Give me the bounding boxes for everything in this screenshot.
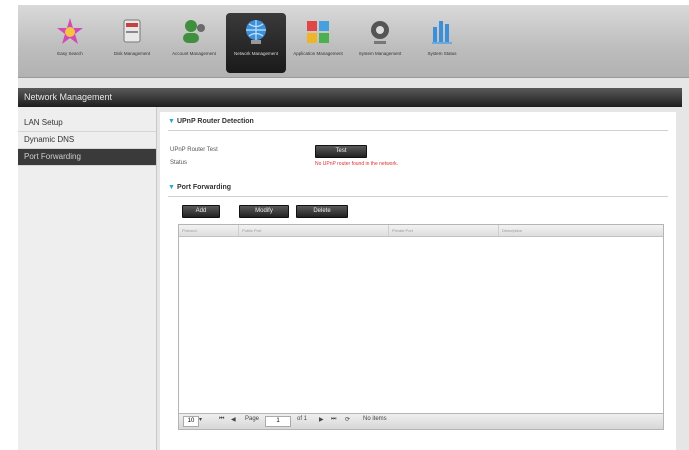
toolbar-label: Account Management [172,51,216,56]
toolbar-disk-management[interactable]: Disk Management [102,13,162,73]
toolbar-system-status[interactable]: System Status [412,13,472,73]
prev-page-icon[interactable]: ◀ [231,416,236,423]
disk-icon [123,19,141,43]
divider [168,130,668,131]
grid-pager: 10 ▾ ⏮ ◀ Page 1 of 1 ▶ ⏭ ⟳ No items [178,413,664,430]
first-page-icon[interactable]: ⏮ [219,416,224,423]
upnp-section-title: ▼ UPnP Router Detection [168,118,254,125]
account-icon [183,20,205,43]
toolbar-label: Application Management [293,51,343,56]
column-header-protocol[interactable]: Protocol [179,225,239,236]
toolbar-system-management[interactable]: System Management [350,13,410,73]
toolbar-label: Easy Search [57,51,83,56]
toolbar-label: Disk Management [113,51,151,56]
divider [168,196,668,197]
toolbar-label: System Status [427,51,457,56]
wizard-icon [57,18,83,44]
pager-status: No items [363,416,387,422]
rows-per-page-select[interactable]: 10 [183,416,199,427]
upnp-router-test-label: UPnP Router Test [170,147,218,153]
collapse-triangle-icon[interactable]: ▼ [168,184,175,191]
sidebar-item-port-forwarding[interactable]: Port Forwarding [18,149,156,166]
sidebar-item-dynamic-dns[interactable]: Dynamic DNS [18,132,156,149]
port-forwarding-title-text: Port Forwarding [176,184,231,191]
sidebar-item-lan-setup[interactable]: LAN Setup [18,115,156,132]
main-panel: ▼ UPnP Router Detection UPnP Router Test … [160,112,676,450]
toolbar-easy-search[interactable]: Easy Search [40,13,100,73]
page-label: Page [245,416,260,422]
page-number-input[interactable]: 1 [265,416,291,427]
toolbar-label: Network Management [233,51,279,56]
toolbar-label: System Management [358,51,402,56]
add-button[interactable]: Add [182,205,220,218]
chevron-down-icon[interactable]: ▾ [199,416,202,423]
page-total: of 1 [297,416,308,422]
status-icon [432,21,452,44]
last-page-icon[interactable]: ⏭ [331,416,336,423]
refresh-icon[interactable]: ⟳ [345,416,350,423]
column-header-private-port[interactable]: Private Port [389,225,499,236]
page-header: Network Management [18,88,682,107]
upnp-title-text: UPnP Router Detection [176,118,254,125]
main-toolbar: Easy Search Disk Management Account Mana… [18,5,689,78]
network-icon [246,20,266,44]
collapse-triangle-icon[interactable]: ▼ [168,118,175,125]
toolbar-application-management[interactable]: Application Management [288,13,348,73]
application-icon [307,21,329,43]
port-forwarding-section-title: ▼ Port Forwarding [168,184,231,191]
column-header-public-port[interactable]: Public Port [239,225,389,236]
port-forwarding-grid: Protocol Public Port Private Port Descri… [178,224,664,430]
upnp-status-value: No UPnP router found in the network. [315,161,399,167]
column-header-description[interactable]: Description [499,225,663,236]
toolbar-account-management[interactable]: Account Management [164,13,224,73]
toolbar-network-management[interactable]: Network Management [226,13,286,73]
next-page-icon[interactable]: ▶ [319,416,324,423]
modify-button[interactable]: Modify [239,205,289,218]
grid-header: Protocol Public Port Private Port Descri… [179,225,663,237]
upnp-test-button[interactable]: Test [315,145,367,158]
upnp-status-label: Status [170,160,188,166]
system-icon [371,21,389,44]
sidebar: LAN Setup Dynamic DNS Port Forwarding [18,107,157,450]
delete-button[interactable]: Delete [296,205,348,218]
